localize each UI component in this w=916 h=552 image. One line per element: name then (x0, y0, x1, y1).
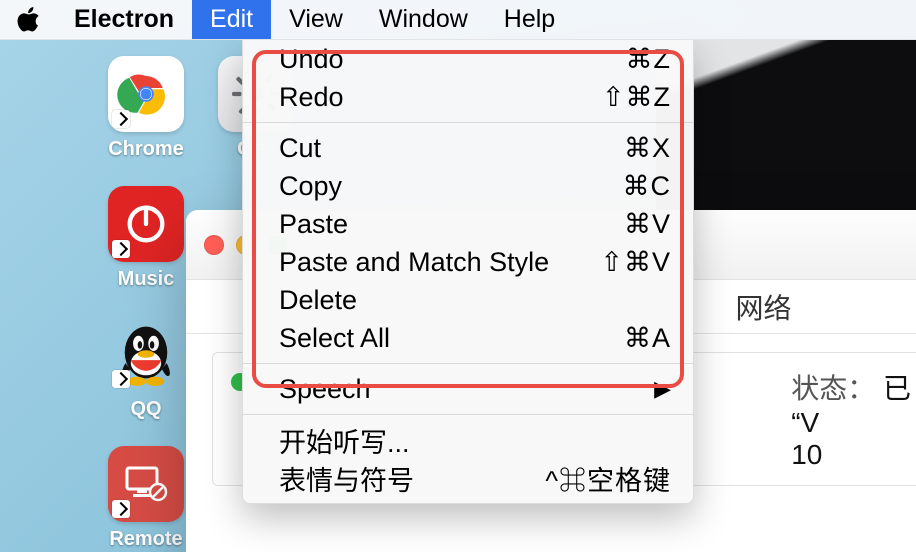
menu-item-speech[interactable]: Speech ▶ (243, 370, 693, 408)
menu-item-label: Delete (279, 285, 671, 316)
menu-item-label: Speech (279, 374, 654, 405)
menu-item-emoji-symbols[interactable]: 表情与符号 ^⌘空格键 (243, 459, 693, 497)
menu-item-shortcut: ^⌘空格键 (545, 459, 671, 498)
menu-item-shortcut: ⌘Z (626, 44, 672, 75)
menu-item-label: Redo (279, 82, 602, 113)
menu-item-label: Select All (279, 323, 624, 354)
menu-item-label: Copy (279, 171, 623, 202)
menubar-item-help[interactable]: Help (486, 0, 573, 39)
desktop-icon-qq[interactable]: QQ (96, 316, 196, 421)
edit-menu-dropdown: Undo ⌘Z Redo ⇧⌘Z Cut ⌘X Copy ⌘C Paste ⌘V… (242, 40, 694, 504)
menu-item-label: Undo (279, 44, 626, 75)
menubar: Electron Edit View Window Help (0, 0, 916, 40)
menu-item-select-all[interactable]: Select All ⌘A (243, 319, 693, 357)
menubar-item-window[interactable]: Window (361, 0, 486, 39)
menu-item-label: 表情与符号 (279, 459, 545, 498)
menu-item-shortcut: ⌘V (624, 209, 671, 240)
desktop-icon-label: QQ (96, 398, 196, 421)
desktop-icon-chrome[interactable]: Chrome (96, 56, 196, 161)
desktop-icon-music[interactable]: Music (96, 186, 196, 291)
status-value: 已 (883, 373, 911, 404)
alias-badge-icon (112, 240, 130, 258)
menu-item-label: 开始听写... (279, 421, 671, 460)
menu-separator (243, 414, 693, 415)
remote-desktop-icon (108, 446, 184, 522)
alias-badge-icon (112, 370, 130, 388)
menu-item-cut[interactable]: Cut ⌘X (243, 129, 693, 167)
menu-item-copy[interactable]: Copy ⌘C (243, 167, 693, 205)
menu-item-label: Paste (279, 209, 624, 240)
apple-menu[interactable] (0, 7, 56, 33)
menu-item-start-dictation[interactable]: 开始听写... (243, 421, 693, 459)
menu-item-label: Paste and Match Style (279, 247, 600, 278)
menu-item-undo[interactable]: Undo ⌘Z (243, 40, 693, 78)
menu-item-delete[interactable]: Delete (243, 281, 693, 319)
submenu-arrow-icon: ▶ (654, 376, 671, 402)
qq-icon (108, 316, 184, 392)
menu-item-shortcut: ⌘A (624, 323, 671, 354)
alias-badge-icon (112, 110, 130, 128)
desktop-icon-label: Chrome (96, 138, 196, 161)
desktop-icon-remote[interactable]: Remote (96, 446, 196, 551)
chrome-icon (108, 56, 184, 132)
status-line-3: 10 (791, 439, 911, 471)
desktop-icon-label: Music (96, 268, 196, 291)
menu-separator (243, 122, 693, 123)
network-status-block: 状态： 已 “V 10 (791, 367, 911, 471)
menubar-app-name[interactable]: Electron (56, 5, 192, 34)
music-icon (108, 186, 184, 262)
desktop-icon-label: Remote (96, 528, 196, 551)
menu-item-shortcut: ⌘X (624, 133, 671, 164)
menubar-item-view[interactable]: View (271, 0, 361, 39)
menu-item-label: Cut (279, 133, 624, 164)
menu-item-shortcut: ⇧⌘V (600, 247, 671, 278)
menu-item-paste-match-style[interactable]: Paste and Match Style ⇧⌘V (243, 243, 693, 281)
menubar-item-edit[interactable]: Edit (192, 0, 271, 39)
status-line-2: “V (791, 407, 911, 439)
menu-item-redo[interactable]: Redo ⇧⌘Z (243, 78, 693, 116)
background-photo (656, 40, 916, 234)
menu-item-paste[interactable]: Paste ⌘V (243, 205, 693, 243)
status-label: 状态： (791, 373, 875, 404)
alias-badge-icon (112, 500, 130, 518)
window-close-button[interactable] (204, 235, 224, 255)
menu-item-shortcut: ⌘C (623, 171, 672, 202)
menu-separator (243, 363, 693, 364)
menu-item-shortcut: ⇧⌘Z (602, 82, 671, 113)
